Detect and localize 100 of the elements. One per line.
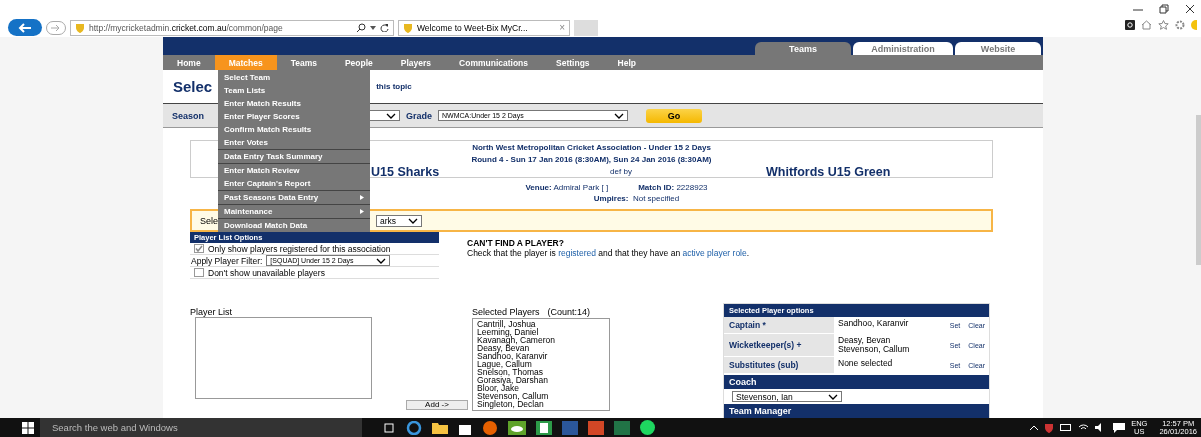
home-icon[interactable] [1141, 20, 1152, 30]
selected-players-listbox[interactable]: Cantrill, Joshua Leeming, Daniel Kavanagh, Cameron Deasy, Bevan Sandhoo, Karanvir Lague, Callum Snelson, Thomas Gorasiya, Darshan Bloor, Jake Stevenson, Callum Singleton, Declan [472, 318, 610, 411]
arrow-right-icon [51, 23, 61, 32]
shield-icon[interactable] [1044, 422, 1055, 433]
result-text: def by [609, 166, 633, 178]
submenu-arrow-icon [360, 195, 364, 200]
menu-item[interactable]: Confirm Match Results [218, 123, 370, 136]
wifi-icon[interactable] [1078, 423, 1090, 432]
go-button[interactable]: Go [646, 108, 703, 123]
season-label: Season [172, 110, 204, 121]
nav-item[interactable]: Home [163, 55, 215, 70]
menu-item[interactable]: Enter Match Results [218, 97, 370, 110]
team-select[interactable]: arks [376, 214, 422, 227]
player-name[interactable]: Bloor, Jake [477, 384, 605, 392]
menu-item[interactable]: Enter Player Scores [218, 110, 370, 123]
option-value: Stevenson, Callum [838, 345, 911, 354]
dropdown-arrow-icon[interactable] [370, 25, 376, 30]
match-id-text: Match ID: 2228923 [638, 182, 708, 193]
grade-label: Grade [406, 110, 433, 121]
option-value: Deasy, Bevan [838, 336, 892, 345]
menu-item[interactable]: Data Entry Task Summary [218, 149, 370, 163]
team-select-label: Sele [200, 215, 218, 226]
player-list-label: Player List [190, 307, 234, 317]
nav-item[interactable]: Communications [445, 55, 543, 70]
help-link[interactable]: active player role [682, 248, 747, 258]
player-name[interactable]: Gorasiya, Darshan [477, 376, 605, 384]
checkbox-label: Don't show unavailable players [208, 267, 325, 278]
search-icon[interactable] [357, 23, 366, 32]
player-name[interactable]: Kavanagh, Cameron [477, 336, 605, 344]
header-tab[interactable]: Administration [853, 42, 953, 55]
tab-close-button[interactable]: × [559, 22, 565, 33]
address-text: http://mycricketadmin.cricket.com.au/common/page [89, 22, 283, 33]
player-name[interactable]: Cantrill, Joshua [477, 320, 605, 328]
player-name[interactable]: Deasy, Bevan [477, 344, 605, 352]
venue-text: Venue: Admiral Park [ ] [525, 182, 609, 193]
nav-item[interactable]: Settings [542, 55, 604, 70]
section-header: Team Manager [724, 404, 989, 418]
checkbox-label: Only show players registered for this association [208, 243, 391, 254]
help-link[interactable]: registered [558, 248, 596, 258]
caret-icon[interactable] [1030, 425, 1039, 430]
header-tab[interactable]: Website [955, 42, 1041, 55]
checkbox[interactable] [194, 244, 204, 253]
player-name[interactable]: Snelson, Thomas [477, 368, 605, 376]
settings-icon[interactable] [1175, 20, 1185, 30]
menu-item[interactable]: Past Seasons Data Entry [218, 190, 370, 204]
back-button[interactable] [8, 19, 42, 36]
menu-item[interactable]: Download Match Data [218, 218, 370, 232]
section-header: Coach [724, 375, 989, 389]
page-title: Selec [173, 78, 213, 95]
header-tab[interactable]: Teams [755, 42, 851, 55]
add-button[interactable]: Add -> [406, 400, 468, 410]
restore-icon[interactable] [1159, 4, 1169, 14]
star-icon[interactable] [1158, 20, 1169, 30]
option-value: Sandhoo, Karanvir [838, 319, 910, 328]
submenu-arrow-icon [360, 209, 364, 214]
menu-item[interactable]: Enter Votes [218, 136, 370, 149]
away-team: Whitfords U15 Green [766, 166, 891, 178]
player-listbox[interactable] [195, 317, 372, 399]
association-text: North West Metropolitan Cricket Association - Under 15 2 Days [472, 142, 711, 154]
cloud-icon[interactable] [508, 420, 526, 435]
help-title: CAN'T FIND A PLAYER? [467, 238, 565, 248]
player-name[interactable]: Sandhoo, Karanvir [477, 352, 605, 360]
battery-icon[interactable] [1060, 424, 1073, 431]
nav-item[interactable]: People [330, 55, 387, 70]
menu-item[interactable]: Maintenance [218, 204, 370, 218]
menu-item[interactable]: Team Lists [218, 84, 370, 97]
menu-item[interactable]: Select Team [218, 71, 370, 84]
help-link[interactable]: this topic [376, 82, 412, 91]
checkbox[interactable] [194, 268, 204, 277]
shield-icon [403, 22, 413, 33]
windows-icon[interactable] [22, 421, 34, 434]
round-text: Round 4 - Sun 17 Jan 2016 (8:30AM), Sun 24 Jan 2016 (8:30AM) [471, 154, 712, 166]
taskbar-search-field[interactable]: Search the web and Windows [40, 418, 362, 437]
nav-item[interactable]: Players [386, 55, 446, 70]
folder-icon[interactable] [432, 421, 448, 434]
scrollbar[interactable] [1196, 115, 1201, 265]
notebook-icon[interactable] [536, 420, 552, 435]
chat-icon[interactable] [1113, 422, 1126, 433]
player-name[interactable]: Singleton, Declan [477, 400, 605, 408]
option-label: Substitutes (sub) [724, 357, 834, 373]
count-text: (Count:14) [547, 307, 591, 317]
browser-tab[interactable]: Welcome to Weet-Bix MyCr... × [398, 19, 570, 36]
menu-item[interactable]: Enter Captain's Report [218, 177, 370, 190]
help-text: Check that the player is registered and that they have an active player role. [467, 248, 750, 258]
selected-players-label: Selected Players [472, 307, 540, 317]
nav-item[interactable]: Teams [276, 55, 331, 70]
arrow-left-icon [18, 22, 32, 33]
close-icon[interactable] [1185, 4, 1195, 14]
refresh-icon[interactable] [380, 23, 389, 32]
menu-item[interactable]: Enter Match Review [218, 163, 370, 177]
address-bar[interactable]: http://mycricketadmin.cricket.com.au/common/page [70, 19, 394, 36]
coach-select[interactable]: Stevenson, Ian [732, 391, 842, 402]
tab-title: Welcome to Weet-Bix MyCr... [417, 22, 528, 33]
task-view-icon[interactable] [382, 422, 396, 433]
filter-label: Apply Player Filter: [191, 255, 263, 266]
player-name[interactable]: Leeming, Daniel [477, 328, 605, 336]
player-name[interactable]: Lague, Callum [477, 360, 605, 368]
option-label: Captain * [724, 317, 834, 333]
player-name[interactable]: Stevenson, Callum [477, 392, 605, 400]
nav-item[interactable]: Help [603, 55, 650, 70]
